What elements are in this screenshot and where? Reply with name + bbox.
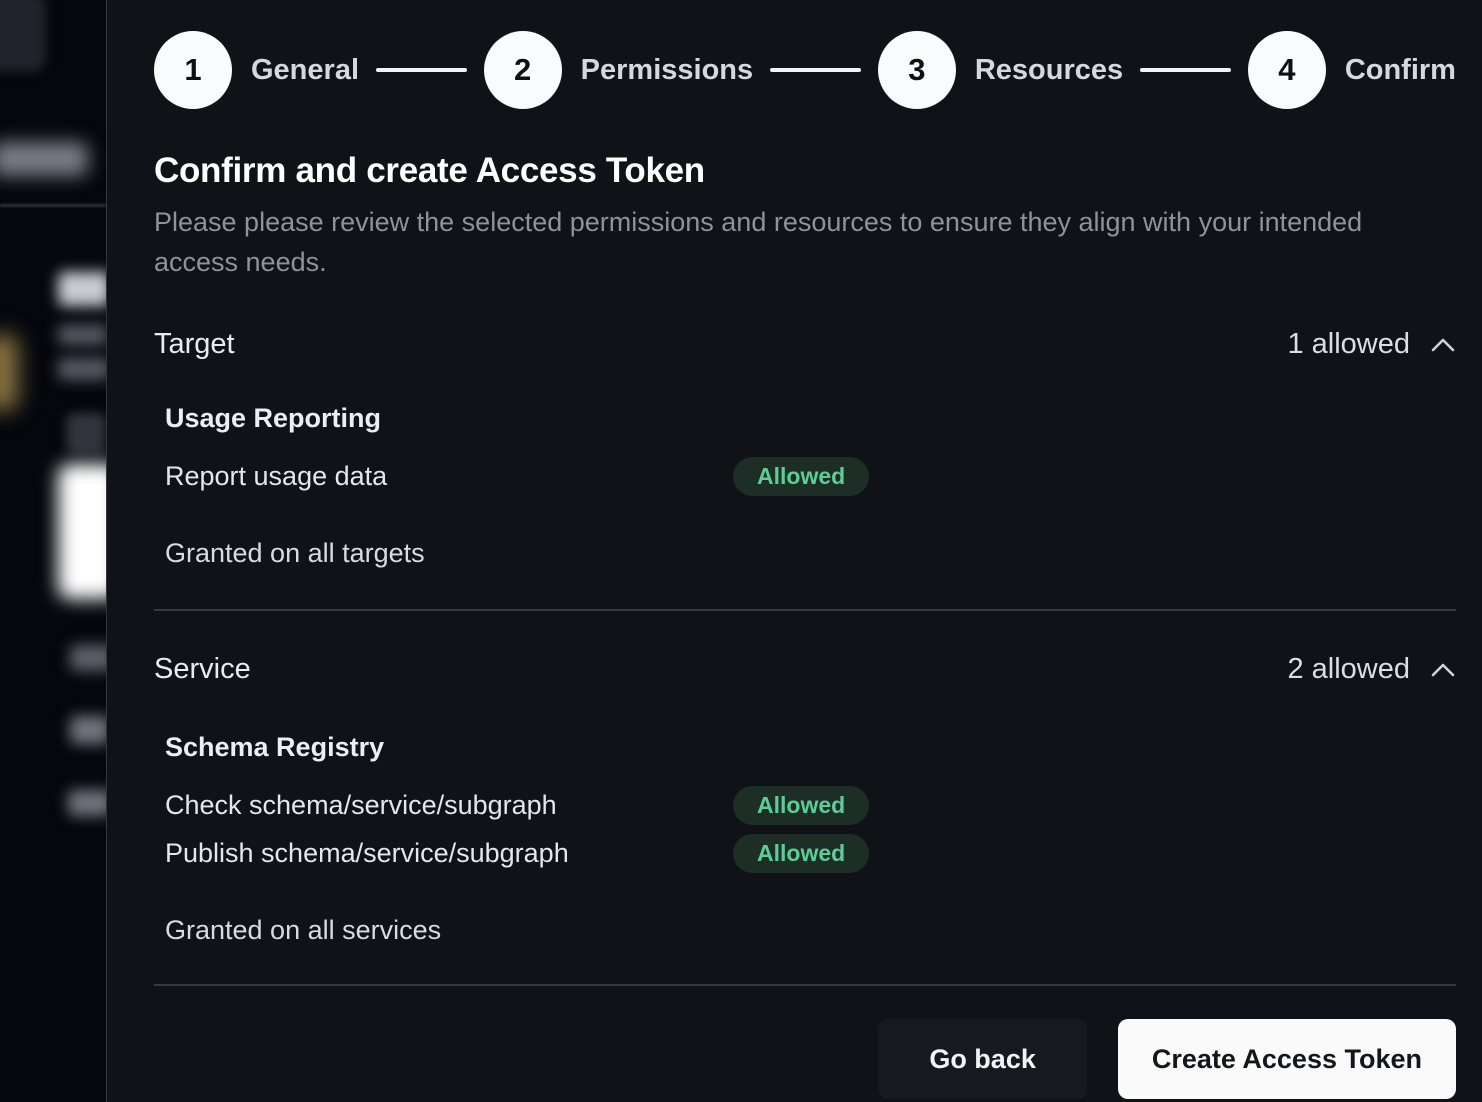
chevron-up-icon	[1430, 337, 1456, 353]
page-title: Confirm and create Access Token	[154, 151, 1456, 191]
section-name-target: Target	[154, 328, 235, 361]
blurred-text-ti	[70, 645, 106, 671]
blurred-text-small-2	[58, 358, 106, 380]
status-badge: Allowed	[733, 834, 869, 873]
step-general[interactable]: 1 General	[154, 31, 359, 109]
step-connector	[770, 68, 861, 72]
step-connector	[376, 68, 467, 72]
service-permission-group: Schema Registry Check schema/service/sub…	[165, 732, 1456, 873]
footer-divider	[154, 984, 1456, 986]
permission-label: Check schema/service/subgraph	[165, 790, 733, 821]
section-header-service: Service 2 allowed	[154, 653, 1456, 686]
blurred-white-card	[58, 464, 106, 599]
status-badge: Allowed	[733, 786, 869, 825]
blurred-text-line	[0, 142, 88, 176]
service-granted-note: Granted on all services	[165, 915, 1456, 946]
section-header-target: Target 1 allowed	[154, 328, 1456, 361]
blurred-yellow-accent	[0, 335, 18, 410]
step-confirm-label: Confirm	[1345, 54, 1456, 87]
group-title-usage-reporting: Usage Reporting	[165, 403, 1456, 434]
step-general-circle: 1	[154, 31, 232, 109]
permission-row: Publish schema/service/subgraph Allowed	[165, 833, 1456, 873]
step-resources-label: Resources	[975, 54, 1123, 87]
create-access-token-button[interactable]: Create Access Token	[1118, 1019, 1456, 1099]
status-badge: Allowed	[733, 457, 869, 496]
service-collapse-toggle[interactable]: 2 allowed	[1287, 653, 1456, 686]
service-allowed-count: 2 allowed	[1287, 653, 1410, 686]
target-permission-group: Usage Reporting Report usage data Allowe…	[165, 403, 1456, 496]
step-general-label: General	[251, 54, 359, 87]
step-resources-circle: 3	[878, 31, 956, 109]
modal-footer: Go back Create Access Token	[154, 1019, 1456, 1099]
step-confirm[interactable]: 4 Confirm	[1248, 31, 1456, 109]
blurred-logo-tile	[0, 0, 46, 72]
create-access-token-modal: 1 General 2 Permissions 3 Resources 4 Co…	[106, 0, 1482, 1102]
blurred-heading-text	[58, 272, 106, 306]
target-granted-note: Granted on all targets	[165, 538, 1456, 569]
step-permissions[interactable]: 2 Permissions	[484, 31, 753, 109]
chevron-up-icon	[1430, 662, 1456, 678]
go-back-button[interactable]: Go back	[878, 1019, 1087, 1099]
target-allowed-count: 1 allowed	[1287, 328, 1410, 361]
permission-row: Check schema/service/subgraph Allowed	[165, 785, 1456, 825]
section-name-service: Service	[154, 653, 251, 686]
page-subtitle: Please please review the selected permis…	[154, 202, 1386, 282]
step-confirm-circle: 4	[1248, 31, 1326, 109]
blurred-app-backdrop	[0, 0, 106, 1102]
group-title-schema-registry: Schema Registry	[165, 732, 1456, 763]
permission-label: Publish schema/service/subgraph	[165, 838, 733, 869]
permission-row: Report usage data Allowed	[165, 456, 1456, 496]
wizard-stepper: 1 General 2 Permissions 3 Resources 4 Co…	[154, 31, 1456, 109]
step-permissions-circle: 2	[484, 31, 562, 109]
step-connector	[1140, 68, 1231, 72]
blurred-text-small-1	[58, 325, 106, 345]
section-divider	[154, 609, 1456, 611]
blurred-text-h	[68, 790, 106, 816]
target-collapse-toggle[interactable]: 1 allowed	[1287, 328, 1456, 361]
step-permissions-label: Permissions	[581, 54, 753, 87]
permission-label: Report usage data	[165, 461, 733, 492]
blurred-text-u	[70, 716, 106, 744]
blurred-divider	[0, 204, 106, 207]
step-resources[interactable]: 3 Resources	[878, 31, 1123, 109]
blurred-icon-tile	[66, 413, 106, 453]
